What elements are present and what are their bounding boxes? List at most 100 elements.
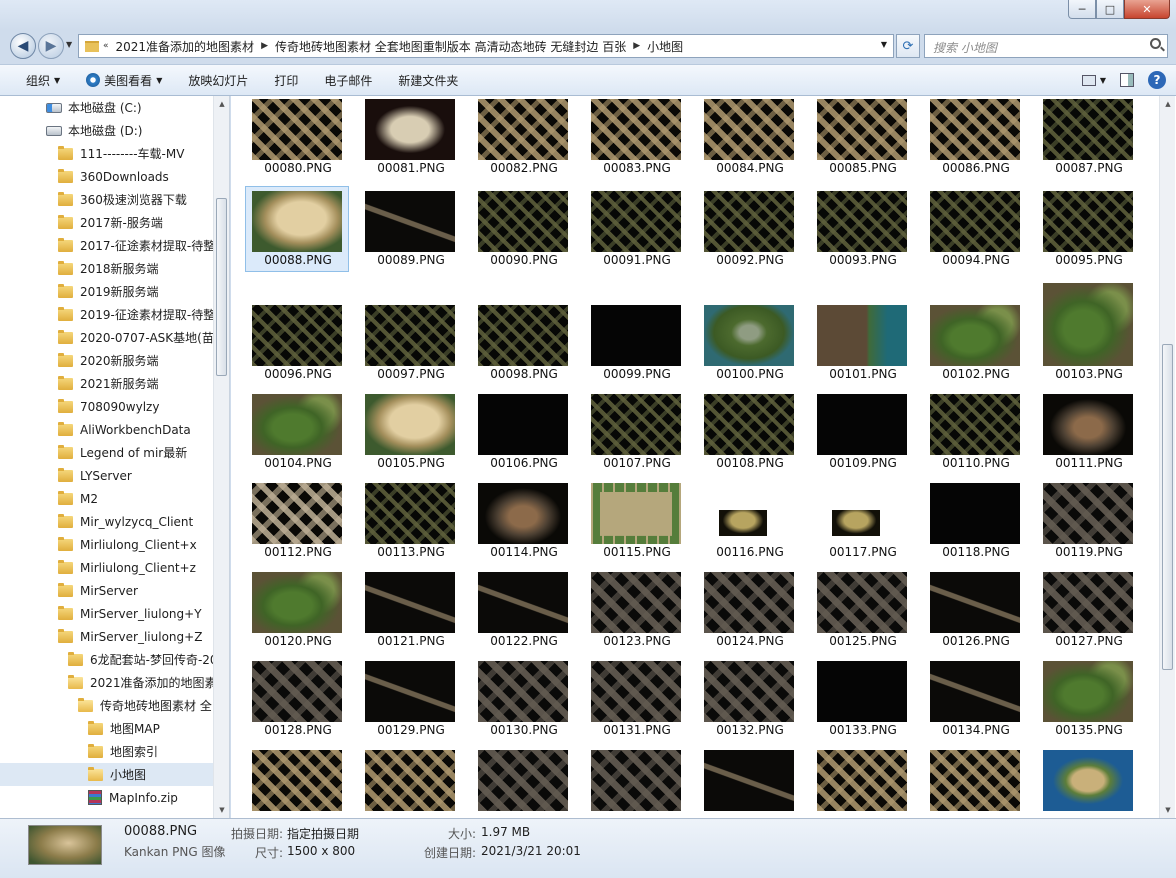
file-thumbnail-tile[interactable]: 00133.PNG: [810, 656, 914, 742]
view-dropdown-icon[interactable]: ▼: [1100, 76, 1106, 85]
file-thumbnail-tile[interactable]: 00111.PNG: [1036, 389, 1140, 475]
file-thumbnail-tile[interactable]: 00112.PNG: [245, 478, 349, 564]
organize-button[interactable]: 组织 ▼: [0, 72, 73, 89]
print-button[interactable]: 打印: [261, 72, 311, 89]
nav-tree-item[interactable]: 本地磁盘 (D:): [0, 119, 214, 142]
slideshow-button[interactable]: 放映幻灯片: [175, 72, 261, 89]
file-thumbnail-tile[interactable]: 00119.PNG: [1036, 478, 1140, 564]
file-thumbnail-tile[interactable]: 00121.PNG: [358, 567, 462, 653]
open-with-button[interactable]: 美图看看 ▼: [73, 72, 175, 89]
scroll-thumb[interactable]: [1162, 344, 1173, 670]
nav-tree-item[interactable]: Legend of mir最新: [0, 441, 214, 464]
file-thumbnail-tile[interactable]: 00081.PNG: [358, 96, 462, 180]
scroll-up-icon[interactable]: ▲: [1160, 96, 1176, 112]
file-thumbnail-tile[interactable]: 00088.PNG: [245, 186, 349, 272]
file-thumbnail-tile[interactable]: [697, 745, 801, 818]
nav-tree-item[interactable]: MapInfo.zip: [0, 786, 214, 809]
file-thumbnail-tile[interactable]: 00098.PNG: [471, 300, 575, 386]
preview-pane-icon[interactable]: [1120, 73, 1134, 87]
file-thumbnail-tile[interactable]: 00100.PNG: [697, 300, 801, 386]
maximize-button[interactable]: □: [1096, 0, 1124, 19]
address-bar[interactable]: « 2021准备添加的地图素材 ▶ 传奇地砖地图素材 全套地图重制版本 高清动态…: [78, 34, 894, 58]
date-taken-value[interactable]: 指定拍摄日期: [287, 825, 359, 842]
file-thumbnail-tile[interactable]: 00131.PNG: [584, 656, 688, 742]
nav-tree-item[interactable]: 708090wylzy: [0, 395, 214, 418]
file-thumbnail-tile[interactable]: 00083.PNG: [584, 96, 688, 180]
forward-button[interactable]: ▶: [38, 33, 64, 59]
file-thumbnail-tile[interactable]: [810, 745, 914, 818]
change-view-icon[interactable]: [1081, 74, 1096, 86]
file-thumbnail-tile[interactable]: 00102.PNG: [923, 300, 1027, 386]
file-thumbnail-tile[interactable]: 00104.PNG: [245, 389, 349, 475]
file-thumbnail-tile[interactable]: 00134.PNG: [923, 656, 1027, 742]
file-thumbnail-tile[interactable]: [923, 745, 1027, 818]
scroll-down-icon[interactable]: ▼: [214, 802, 229, 818]
file-thumbnail-tile[interactable]: [245, 745, 349, 818]
breadcrumb-segment[interactable]: 传奇地砖地图素材 全套地图重制版本 高清动态地砖 无缝封边 百张: [268, 38, 633, 55]
file-thumbnail-tile[interactable]: 00101.PNG: [810, 300, 914, 386]
back-button[interactable]: ◀: [10, 33, 36, 59]
file-thumbnail-tile[interactable]: 00109.PNG: [810, 389, 914, 475]
file-thumbnail-tile[interactable]: 00105.PNG: [358, 389, 462, 475]
file-thumbnail-tile[interactable]: 00117.PNG: [810, 478, 914, 564]
nav-tree-item[interactable]: 360Downloads: [0, 165, 214, 188]
nav-tree-item[interactable]: 2021准备添加的地图素: [0, 671, 214, 694]
nav-tree-item[interactable]: 2019新服务端: [0, 280, 214, 303]
nav-tree-item[interactable]: MirServer_liulong+Y: [0, 602, 214, 625]
nav-tree-item[interactable]: MirServer_liulong+Z: [0, 625, 214, 648]
file-thumbnail-tile[interactable]: 00135.PNG: [1036, 656, 1140, 742]
nav-tree-item[interactable]: MirServer: [0, 579, 214, 602]
file-thumbnail-tile[interactable]: [1036, 745, 1140, 818]
file-thumbnail-tile[interactable]: 00107.PNG: [584, 389, 688, 475]
new-folder-button[interactable]: 新建文件夹: [385, 72, 471, 89]
chevron-right-icon[interactable]: ▶: [261, 41, 268, 51]
nav-tree-item[interactable]: 2020-0707-ASK基地(苗木: [0, 326, 214, 349]
file-thumbnail-tile[interactable]: 00093.PNG: [810, 186, 914, 272]
file-thumbnail-tile[interactable]: 00086.PNG: [923, 96, 1027, 180]
nav-tree-item[interactable]: Mirliulong_Client+z: [0, 556, 214, 579]
file-thumbnail-tile[interactable]: 00089.PNG: [358, 186, 462, 272]
file-thumbnail-tile[interactable]: [584, 745, 688, 818]
file-thumbnail-tile[interactable]: 00084.PNG: [697, 96, 801, 180]
nav-tree-item[interactable]: Mirliulong_Client+x: [0, 533, 214, 556]
nav-tree-item[interactable]: 360极速浏览器下载: [0, 188, 214, 211]
file-thumbnail-tile[interactable]: 00092.PNG: [697, 186, 801, 272]
file-thumbnail-tile[interactable]: 00127.PNG: [1036, 567, 1140, 653]
nav-tree-item[interactable]: 地图索引: [0, 740, 214, 763]
help-icon[interactable]: ?: [1148, 71, 1166, 89]
file-thumbnail-tile[interactable]: 00096.PNG: [245, 300, 349, 386]
file-thumbnail-tile[interactable]: 00091.PNG: [584, 186, 688, 272]
file-thumbnail-tile[interactable]: 00114.PNG: [471, 478, 575, 564]
file-thumbnail-tile[interactable]: 00094.PNG: [923, 186, 1027, 272]
close-button[interactable]: ✕: [1124, 0, 1170, 19]
breadcrumb-segment[interactable]: 2021准备添加的地图素材: [109, 38, 262, 55]
nav-tree-item[interactable]: M2: [0, 487, 214, 510]
scroll-thumb[interactable]: [216, 198, 227, 376]
nav-tree-item[interactable]: 本地磁盘 (C:): [0, 96, 214, 119]
content-scrollbar[interactable]: ▲ ▼: [1159, 96, 1175, 818]
address-dropdown-icon[interactable]: ▼: [881, 40, 887, 49]
file-thumbnail-tile[interactable]: 00080.PNG: [245, 96, 349, 180]
nav-tree-item[interactable]: 2021新服务端: [0, 372, 214, 395]
chevron-right-icon[interactable]: ▶: [633, 41, 640, 51]
nav-scrollbar[interactable]: ▲ ▼: [213, 96, 229, 818]
file-thumbnail-tile[interactable]: 00129.PNG: [358, 656, 462, 742]
file-thumbnail-tile[interactable]: 00113.PNG: [358, 478, 462, 564]
file-thumbnail-tile[interactable]: 00085.PNG: [810, 96, 914, 180]
file-thumbnail-tile[interactable]: [358, 745, 462, 818]
file-thumbnail-tile[interactable]: 00108.PNG: [697, 389, 801, 475]
nav-tree-item[interactable]: 2019-征途素材提取-待整: [0, 303, 214, 326]
file-thumbnail-tile[interactable]: 00120.PNG: [245, 567, 349, 653]
file-thumbnail-tile[interactable]: 00128.PNG: [245, 656, 349, 742]
file-thumbnail-tile[interactable]: 00132.PNG: [697, 656, 801, 742]
file-thumbnail-tile[interactable]: 00099.PNG: [584, 300, 688, 386]
recent-pages-dropdown[interactable]: ▼: [66, 40, 72, 49]
refresh-button[interactable]: ⟳: [896, 34, 920, 58]
nav-tree-item[interactable]: 传奇地砖地图素材 全: [0, 694, 214, 717]
file-thumbnail-tile[interactable]: 00116.PNG: [697, 478, 801, 564]
nav-tree-item[interactable]: 2017-征途素材提取-待整: [0, 234, 214, 257]
minimize-button[interactable]: ─: [1068, 0, 1096, 19]
search-input[interactable]: 搜索 小地图: [924, 34, 1168, 58]
file-thumbnail-tile[interactable]: 00125.PNG: [810, 567, 914, 653]
file-thumbnail-tile[interactable]: 00082.PNG: [471, 96, 575, 180]
